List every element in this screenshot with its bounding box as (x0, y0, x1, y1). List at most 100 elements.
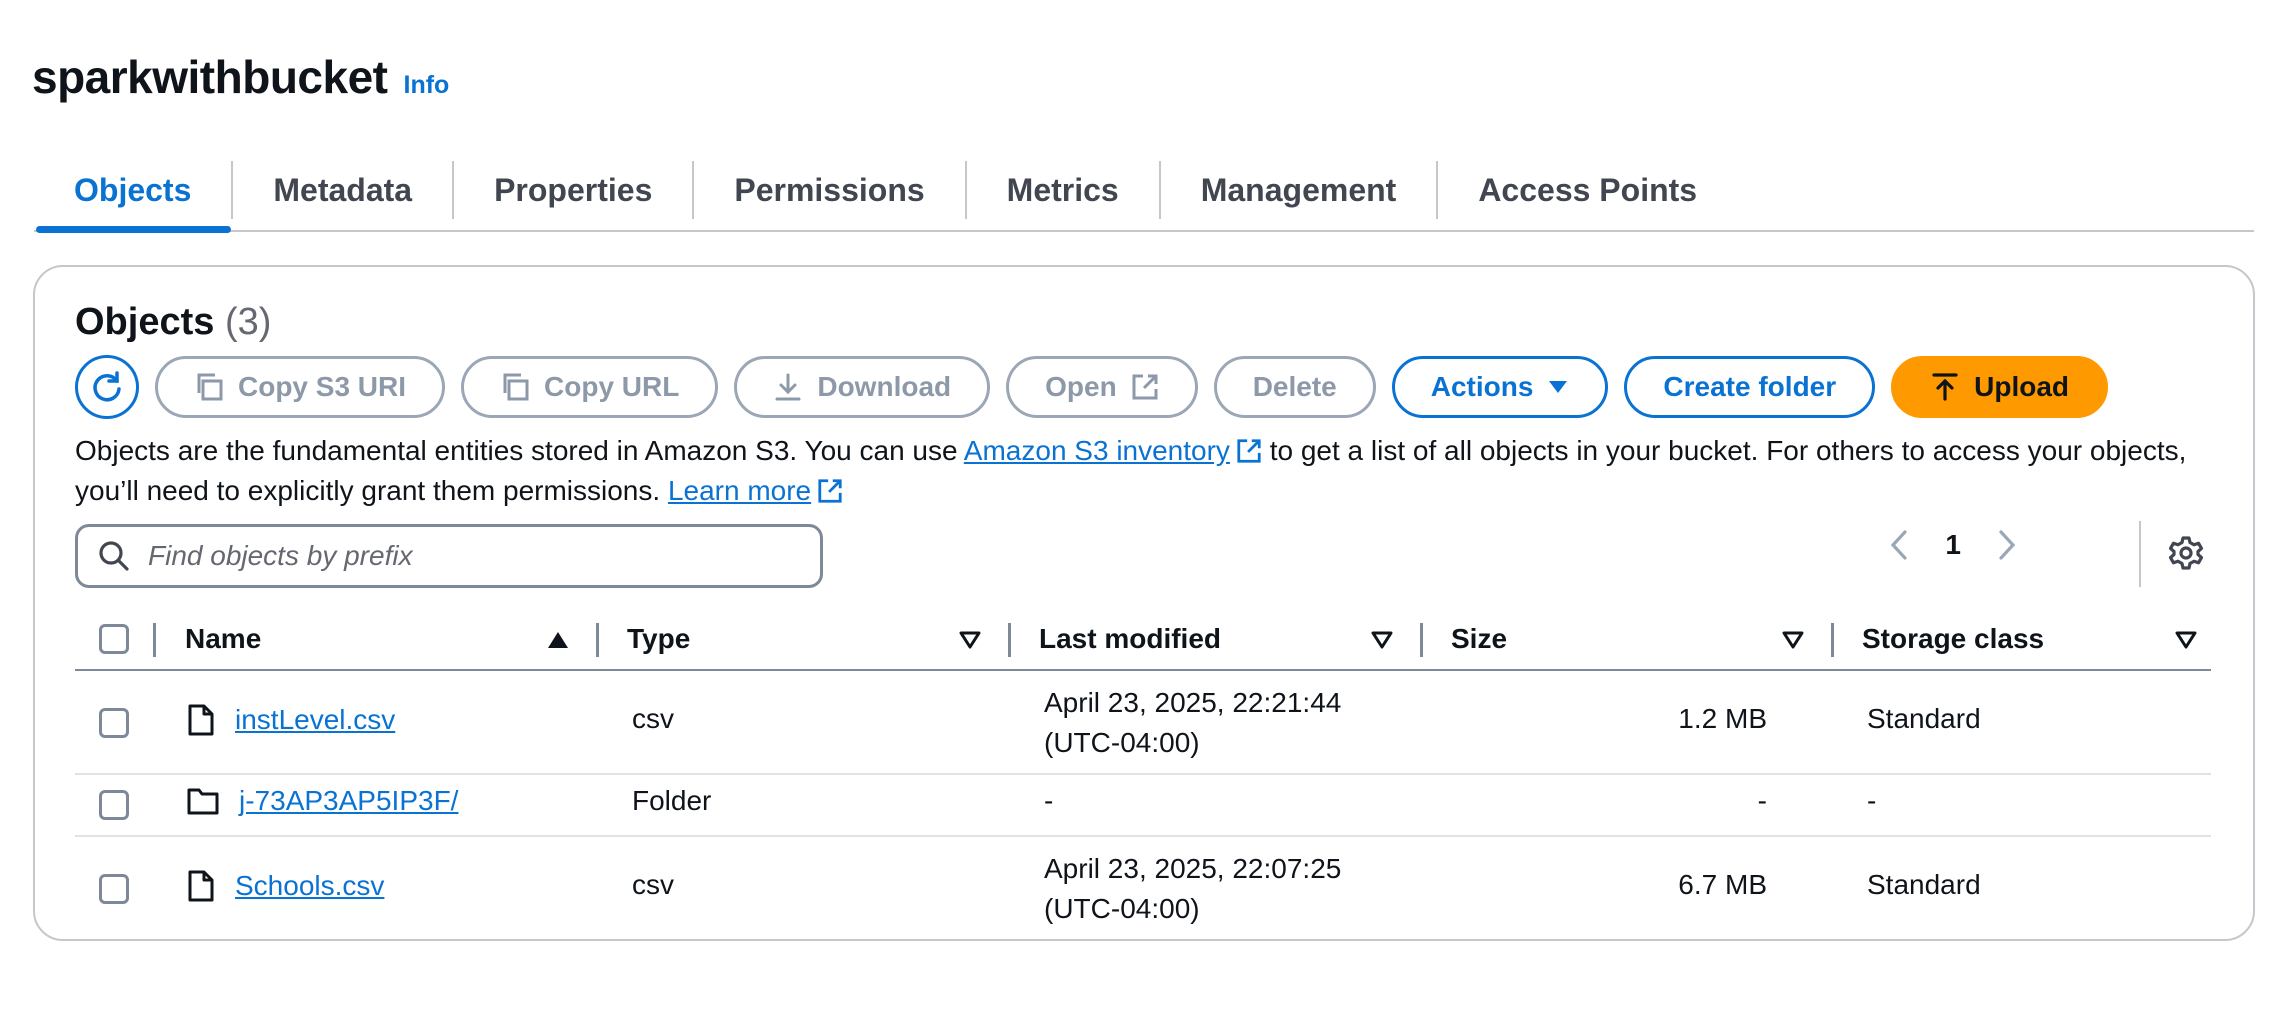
pagination: 1 (1889, 529, 2017, 561)
sort-icon[interactable] (1782, 631, 1804, 649)
row-select-cell (99, 874, 129, 904)
search-input[interactable] (148, 540, 768, 572)
sort-icon[interactable] (2175, 631, 2197, 649)
modified-date: April 23, 2025, 22:21:44 (1044, 687, 1342, 718)
modified-date: April 23, 2025, 22:07:25 (1044, 853, 1342, 884)
copy-s3-uri-label: Copy S3 URI (238, 371, 407, 402)
caret-down-icon (1549, 381, 1568, 393)
object-link[interactable]: Schools.csv (235, 870, 384, 902)
open-button[interactable]: Open (1006, 356, 1198, 418)
column-header-name[interactable]: Name (185, 607, 261, 671)
storage-class-cell: Standard (1867, 703, 1981, 734)
learn-more-link[interactable]: Learn more (668, 475, 811, 506)
type-cell: csv (632, 869, 674, 900)
name-cell: instLevel.csv (187, 703, 395, 737)
row-select-cell (99, 708, 129, 738)
tab-metadata[interactable]: Metadata (233, 149, 452, 231)
objects-table: Name Type Last modified Size Storage cla… (75, 607, 2211, 941)
file-icon (188, 870, 214, 902)
column-header-size[interactable]: Size (1421, 607, 1507, 671)
storage-class-cell: Standard (1867, 869, 1981, 900)
table-row[interactable]: Schools.csv csv April 23, 2025, 22:07:25… (75, 837, 2211, 941)
s3-inventory-link[interactable]: Amazon S3 inventory (964, 435, 1230, 466)
size-cell: 6.7 MB (1678, 869, 1767, 900)
refresh-button[interactable] (75, 355, 139, 419)
create-folder-button[interactable]: Create folder (1624, 356, 1876, 418)
modified-timezone: (UTC-04:00) (1044, 893, 1200, 924)
tab-management[interactable]: Management (1161, 149, 1437, 231)
select-all-checkbox[interactable] (99, 624, 129, 654)
tab-objects[interactable]: Objects (34, 149, 232, 233)
modified-timezone: (UTC-04:00) (1044, 727, 1200, 758)
download-icon (775, 373, 801, 401)
objects-heading-label: Objects (75, 301, 215, 343)
type-cell: Folder (632, 785, 712, 816)
last-modified-cell: April 23, 2025, 22:21:44 (UTC-04:00) (1044, 683, 1341, 763)
sort-icon[interactable] (959, 631, 981, 649)
current-page[interactable]: 1 (1945, 529, 1961, 561)
info-link[interactable]: Info (404, 71, 450, 100)
create-folder-label: Create folder (1663, 371, 1837, 402)
page-header: sparkwithbucket Info (32, 50, 449, 104)
size-cell: - (1757, 785, 1767, 816)
download-button[interactable]: Download (734, 356, 991, 418)
column-divider (153, 623, 156, 657)
last-modified-cell: April 23, 2025, 22:07:25 (UTC-04:00) (1044, 849, 1341, 929)
upload-button[interactable]: Upload (1891, 356, 2109, 418)
size-cell: 1.2 MB (1678, 703, 1767, 734)
sort-ascending-icon[interactable] (547, 631, 569, 649)
tab-bar: Objects Metadata Properties Permissions … (34, 149, 2254, 233)
folder-icon (187, 788, 219, 815)
tab-access-points[interactable]: Access Points (1438, 149, 1737, 231)
delete-button[interactable]: Delete (1213, 356, 1376, 418)
file-icon (188, 704, 214, 736)
tab-metrics[interactable]: Metrics (967, 149, 1159, 231)
actions-label: Actions (1430, 371, 1534, 402)
refresh-icon (93, 371, 121, 402)
chevron-left-icon[interactable] (1889, 529, 1909, 561)
object-link[interactable]: instLevel.csv (235, 704, 395, 736)
column-header-last-modified[interactable]: Last modified (1009, 607, 1221, 671)
search-icon (99, 541, 129, 571)
copy-url-button[interactable]: Copy URL (461, 356, 719, 418)
name-cell: j-73AP3AP5IP3F/ (187, 785, 458, 817)
type-cell: csv (632, 703, 674, 734)
external-link-icon (1237, 439, 1261, 463)
actions-dropdown-button[interactable]: Actions (1391, 356, 1609, 418)
table-header: Name Type Last modified Size Storage cla… (75, 607, 2211, 671)
download-label: Download (817, 371, 952, 402)
objects-description: Objects are the fundamental entities sto… (75, 431, 2215, 511)
column-header-type[interactable]: Type (597, 607, 690, 671)
row-checkbox[interactable] (99, 874, 129, 904)
objects-toolbar: Copy S3 URI Copy URL Download Open Delet… (75, 355, 2109, 419)
sort-icon[interactable] (1371, 631, 1393, 649)
upload-icon (1932, 373, 1958, 401)
bucket-title: sparkwithbucket (32, 51, 388, 103)
objects-panel: Objects (3) Copy S3 URI Copy URL Downloa… (33, 265, 2255, 941)
row-checkbox[interactable] (99, 790, 129, 820)
description-text: Objects are the fundamental entities sto… (75, 435, 964, 466)
search-box (75, 524, 823, 588)
folder-link[interactable]: j-73AP3AP5IP3F/ (239, 785, 458, 817)
external-link-icon (1132, 374, 1158, 400)
copy-icon (503, 373, 529, 401)
row-select-cell (99, 790, 129, 820)
settings-gear-icon[interactable] (2168, 535, 2204, 571)
table-row[interactable]: instLevel.csv csv April 23, 2025, 22:21:… (75, 671, 2211, 775)
select-all-cell (99, 607, 129, 671)
chevron-right-icon[interactable] (1997, 529, 2017, 561)
upload-label: Upload (1974, 371, 2070, 402)
tab-properties[interactable]: Properties (454, 149, 692, 231)
tab-permissions[interactable]: Permissions (694, 149, 964, 231)
last-modified-cell: - (1044, 785, 1054, 816)
row-checkbox[interactable] (99, 708, 129, 738)
open-label: Open (1045, 371, 1117, 402)
column-header-storage-class[interactable]: Storage class (1832, 607, 2044, 671)
table-row[interactable]: j-73AP3AP5IP3F/ Folder - - - (75, 775, 2211, 837)
name-cell: Schools.csv (187, 869, 384, 903)
copy-url-label: Copy URL (544, 371, 680, 402)
objects-heading: Objects (3) (75, 301, 271, 344)
storage-class-cell: - (1867, 785, 1877, 816)
copy-s3-uri-button[interactable]: Copy S3 URI (155, 356, 446, 418)
pager-divider (2139, 521, 2141, 587)
